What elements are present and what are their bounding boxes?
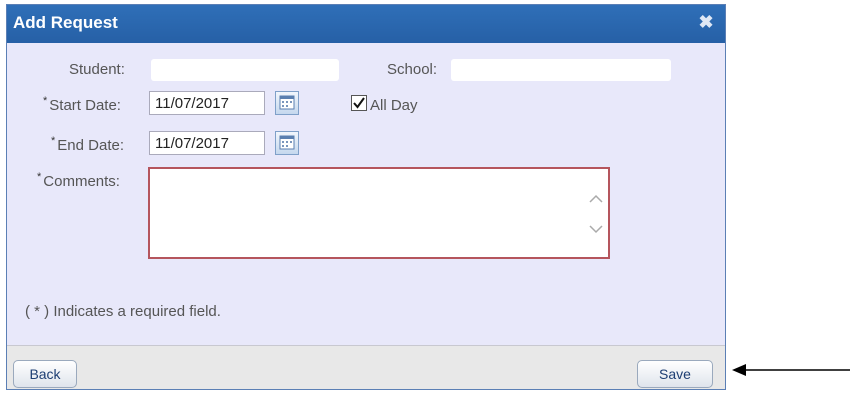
dialog-footer: Back Save (7, 345, 725, 389)
student-label: Student: (69, 61, 125, 78)
back-button[interactable]: Back (13, 360, 77, 388)
scroll-up-icon[interactable] (588, 191, 604, 207)
add-request-dialog: Add Request ✖ Student: School: * Start Da… (6, 4, 726, 390)
required-marker: * (51, 135, 56, 147)
calendar-icon (279, 135, 295, 150)
save-button[interactable]: Save (637, 360, 713, 388)
dialog-titlebar: Add Request ✖ (7, 5, 725, 43)
required-marker: * (43, 95, 48, 107)
required-field-hint: ( * ) Indicates a required field. (25, 303, 221, 320)
end-date-label-text: End Date: (57, 137, 124, 154)
comments-label: * Comments: (37, 171, 120, 190)
end-date-input[interactable] (149, 131, 265, 155)
comments-label-text: Comments: (43, 173, 120, 190)
start-date-input[interactable] (149, 91, 265, 115)
close-icon[interactable]: ✖ (697, 13, 715, 31)
required-marker: * (37, 171, 42, 183)
calendar-icon (279, 95, 295, 110)
left-arrow-icon (732, 364, 850, 376)
all-day-label: All Day (370, 97, 418, 114)
school-name-redacted (451, 59, 671, 81)
comments-textarea[interactable] (148, 167, 610, 259)
dialog-title: Add Request (13, 13, 118, 32)
start-date-calendar-button[interactable] (275, 91, 299, 115)
school-label: School: (387, 61, 438, 78)
end-date-label: * End Date: (51, 135, 124, 154)
end-date-calendar-button[interactable] (275, 131, 299, 155)
start-date-label-text: Start Date: (49, 97, 121, 114)
start-date-label: * Start Date: (43, 95, 121, 114)
all-day-checkbox[interactable] (351, 95, 367, 111)
student-name-redacted (151, 59, 339, 81)
checkmark-icon (353, 97, 365, 109)
scroll-down-icon[interactable] (588, 221, 604, 237)
